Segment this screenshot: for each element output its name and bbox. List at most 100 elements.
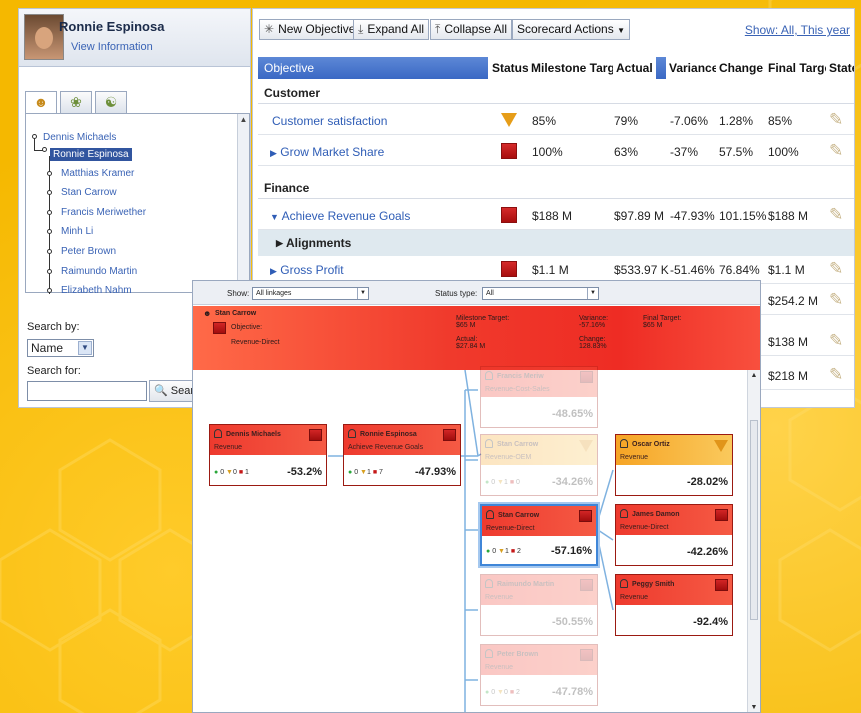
tree-node-peter-brown[interactable]: Peter Brown xyxy=(61,246,116,257)
show-filter-link[interactable]: Show: All, This year xyxy=(745,23,850,37)
new-objective-button[interactable]: ✳ New Objective xyxy=(259,19,361,40)
tree-node-matthias-kramer[interactable]: Matthias Kramer xyxy=(61,168,134,179)
alignments-row[interactable]: ▶ Alignments xyxy=(258,230,854,256)
cell-variance: -47.93% xyxy=(670,209,715,223)
scorecard-actions-button[interactable]: Scorecard Actions ▼ xyxy=(512,19,630,40)
scroll-up-icon[interactable]: ▲ xyxy=(748,370,760,382)
tree-node-minh-li[interactable]: Minh Li xyxy=(61,226,93,237)
col-variance[interactable]: Variance xyxy=(666,57,722,79)
new-objective-label: New Objective xyxy=(278,22,356,36)
tree-node-raimundo-martin[interactable]: Raimundo Martin xyxy=(61,266,137,277)
yellow-count: 0 xyxy=(232,469,237,476)
tree-node-francis-meriwether[interactable]: Francis Meriwether xyxy=(61,207,146,218)
status-counts: ● 0 ▼0 ■ 2 xyxy=(485,689,520,696)
col-status[interactable]: Status xyxy=(488,57,533,79)
table-row[interactable]: ▼ Achieve Revenue Goals $188 M $97.89 M … xyxy=(258,200,854,230)
objective-link[interactable]: ▼ Achieve Revenue Goals xyxy=(270,209,410,223)
card-francis-meriwether[interactable]: Francis Meriw Revenue-Cost-Sales -48.65% xyxy=(480,366,598,428)
card-oscar-ortiz[interactable]: Oscar Ortiz Revenue -28.02% xyxy=(615,434,733,496)
card-raimundo-martin[interactable]: Raimundo Martin Revenue -50.55% xyxy=(480,574,598,636)
expand-arrow-icon[interactable]: ▶ xyxy=(270,266,277,276)
edit-state-icon[interactable]: ✎ xyxy=(829,290,843,310)
col-actual[interactable]: Actual xyxy=(613,57,656,79)
card-stan-carrow-oem[interactable]: Stan Carrow Revenue-OEM ● 0 ▼1 ■ 0 -34.26… xyxy=(480,434,598,496)
avatar xyxy=(24,14,64,60)
yellow-count: 1 xyxy=(504,548,509,555)
cell-milestone: 100% xyxy=(532,145,563,159)
cell-final: $254.2 M xyxy=(768,294,819,308)
cell-variance: -37% xyxy=(670,145,699,159)
table-row[interactable]: ▶ Grow Market Share 100% 63% -37% 57.5% … xyxy=(258,136,854,166)
objective-link[interactable]: Customer satisfaction xyxy=(272,114,387,128)
expand-all-button[interactable]: ⤓ Expand All xyxy=(353,19,430,40)
tree-scrollbar[interactable]: ▲ xyxy=(237,114,249,292)
search-by-select[interactable]: Name ▼ xyxy=(27,339,94,357)
map-canvas[interactable]: Dennis Michaels Revenue ● 0 ▼0 ■ 1 -53.2%… xyxy=(193,366,748,712)
map-scrollbar[interactable]: ▲ ▼ xyxy=(747,370,760,712)
green-count: 0 xyxy=(492,548,497,555)
objective-link[interactable]: ▶ Gross Profit xyxy=(270,263,344,277)
card-objective: Revenue-OEM xyxy=(485,454,532,461)
edit-state-icon[interactable]: ✎ xyxy=(829,205,843,225)
scrollbar-thumb[interactable] xyxy=(750,420,758,620)
search-input[interactable] xyxy=(27,381,147,401)
edit-state-icon[interactable]: ✎ xyxy=(829,259,843,279)
edit-state-icon[interactable]: ✎ xyxy=(829,141,843,161)
table-row[interactable]: Customer satisfaction 85% 79% -7.06% 1.2… xyxy=(258,105,854,135)
yellow-count: 1 xyxy=(503,479,508,486)
card-objective: Revenue-Direct xyxy=(486,525,535,532)
card-peggy-smith[interactable]: Peggy Smith Revenue -92.4% xyxy=(615,574,733,636)
col-state[interactable]: State xyxy=(826,57,854,79)
scroll-down-icon[interactable]: ▼ xyxy=(748,702,760,712)
tree-node-dennis-michaels[interactable]: Dennis Michaels xyxy=(43,132,116,143)
linkage-select[interactable]: All linkages ▼ xyxy=(252,287,369,300)
status-type-value: All xyxy=(486,290,494,297)
card-objective: Revenue xyxy=(620,594,649,601)
card-peter-brown[interactable]: Peter Brown Revenue ● 0 ▼0 ■ 2 -47.78% xyxy=(480,644,598,706)
change-value: 128.83% xyxy=(579,343,607,350)
tab-person-icon[interactable]: ☻ xyxy=(25,91,57,114)
cell-change: 1.28% xyxy=(719,114,754,128)
collapse-arrow-icon[interactable]: ▼ xyxy=(270,212,279,222)
expand-arrow-icon[interactable]: ▶ xyxy=(270,148,277,158)
card-stan-carrow-direct[interactable]: Stan Carrow Revenue-Direct ● 0 ▼1 ■ 2 -57… xyxy=(480,504,598,566)
objective-link[interactable]: ▶ Grow Market Share xyxy=(270,145,384,159)
tree-node-ronnie-espinosa[interactable]: Ronnie Espinosa xyxy=(50,148,132,161)
col-objective[interactable]: Objective xyxy=(264,61,314,75)
status-counts: ● 0 ▼1 ■ 7 xyxy=(348,469,383,476)
card-name: Oscar Ortiz xyxy=(632,441,670,448)
objective-name: Gross Profit xyxy=(280,263,344,277)
view-information-link[interactable]: View Information xyxy=(71,41,153,53)
card-ronnie-espinosa[interactable]: Ronnie Espinosa Achieve Revenue Goals ● 0… xyxy=(343,424,461,486)
card-james-damon[interactable]: James Damon Revenue-Direct -42.26% xyxy=(615,504,733,566)
cell-milestone: $188 M xyxy=(532,209,573,223)
summary-objective: Revenue-Direct xyxy=(231,339,280,346)
toolbar: ✳ New Objective ⤓ Expand All ⤒ Collapse All… xyxy=(253,9,854,49)
section-customer: Customer xyxy=(258,82,854,104)
card-name: Peggy Smith xyxy=(632,581,675,588)
tree-node-elizabeth-nahm[interactable]: Elizabeth Nahm xyxy=(61,285,132,296)
scroll-up-icon[interactable]: ▲ xyxy=(238,114,249,126)
person-icon xyxy=(486,510,494,519)
edit-state-icon[interactable]: ✎ xyxy=(829,331,843,351)
edit-state-icon[interactable]: ✎ xyxy=(829,365,843,385)
critical-status-icon xyxy=(443,429,456,441)
status-type-select[interactable]: All ▼ xyxy=(482,287,599,300)
objective-name: Grow Market Share xyxy=(280,145,385,159)
card-dennis-michaels[interactable]: Dennis Michaels Revenue ● 0 ▼0 ■ 1 -53.2% xyxy=(209,424,327,486)
tree-node-stan-carrow[interactable]: Stan Carrow xyxy=(61,187,117,198)
linkage-value: All linkages xyxy=(256,290,292,297)
expand-arrow-icon[interactable]: ▶ xyxy=(276,230,283,256)
card-variance: -92.4% xyxy=(693,616,728,628)
yellow-count: 1 xyxy=(366,469,371,476)
green-count: 0 xyxy=(220,469,225,476)
card-name: Stan Carrow xyxy=(498,512,540,519)
person-icon xyxy=(485,579,493,588)
col-change[interactable]: Change xyxy=(716,57,767,79)
collapse-all-button[interactable]: ⤒ Collapse All xyxy=(430,19,513,40)
cell-milestone: 85% xyxy=(532,114,557,128)
tab-group-icon[interactable]: ❀ xyxy=(60,91,92,113)
edit-state-icon[interactable]: ✎ xyxy=(829,110,843,130)
card-variance: -50.55% xyxy=(552,616,593,628)
tab-team-icon[interactable]: ☯ xyxy=(95,91,127,113)
